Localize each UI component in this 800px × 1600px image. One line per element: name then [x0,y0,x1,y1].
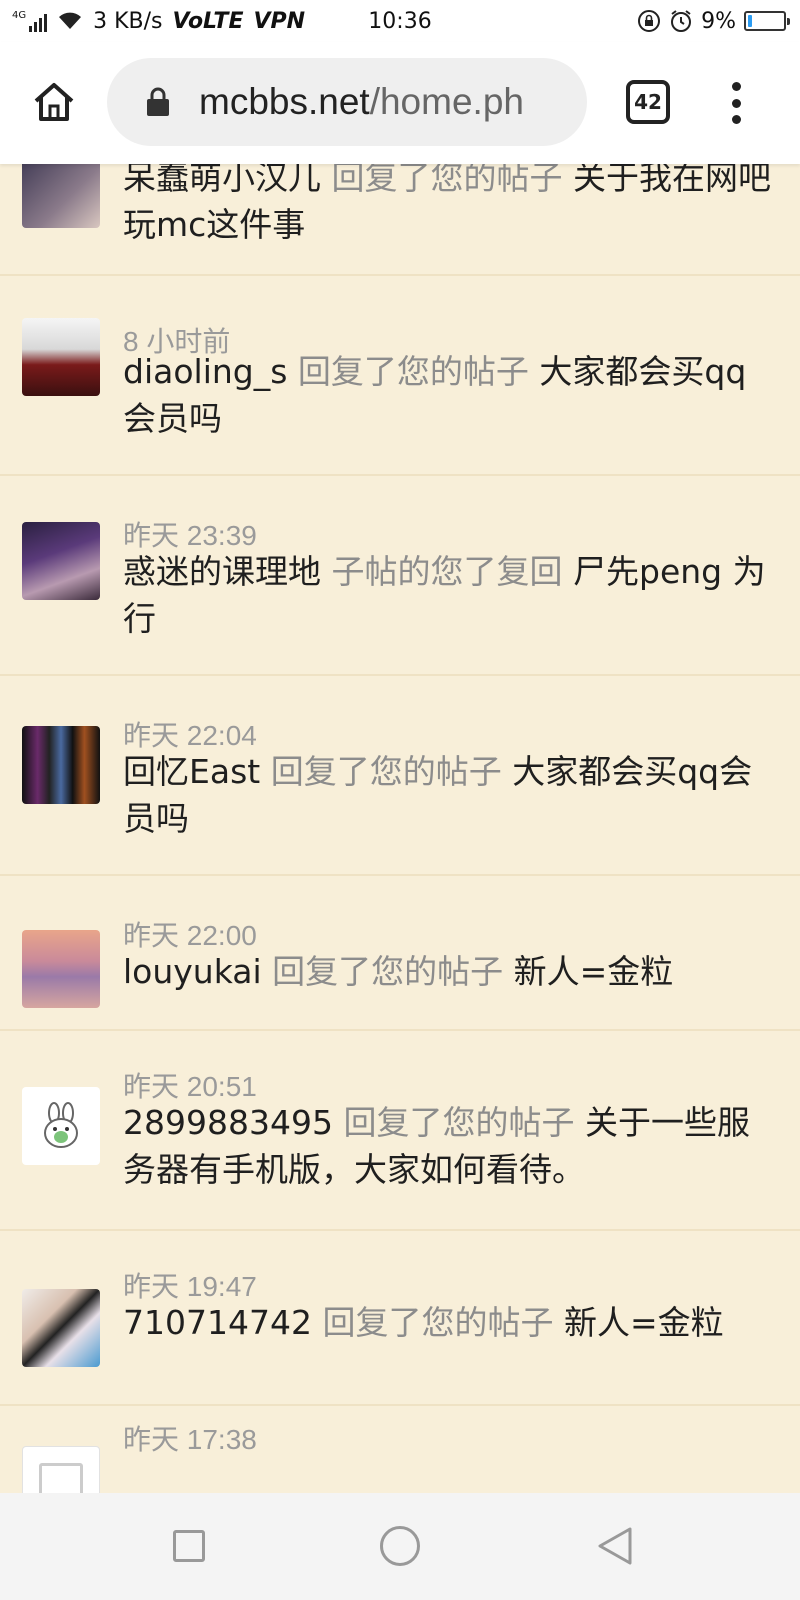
list-item[interactable]: 昨天 17:38 [0,1406,800,1493]
action-text: 回复了您的帖子 [322,1303,554,1342]
avatar[interactable] [22,1446,100,1493]
tab-switcher-button[interactable]: 42 [626,80,670,124]
home-nav-button[interactable] [377,1523,423,1569]
avatar[interactable] [22,318,100,396]
list-item[interactable]: 昨天 23:39 惑迷的课理地 子帖的您了复回 尸先peng 为行 [0,476,800,676]
square-icon [173,1530,205,1562]
notification-feed: 呆蠢萌小汉儿 回复了您的帖子 关于我在网吧玩mc这件事 8 小时前 diaoli… [0,0,800,1493]
system-nav-bar [0,1493,800,1600]
avatar[interactable] [22,1289,100,1367]
username-link[interactable]: diaoling_s [123,352,287,391]
menu-dot-icon [731,98,741,108]
post-title-link[interactable]: 新人=金粒 [514,952,674,991]
signal-icon: 4G [12,10,48,32]
net-speed: 3 KB/s [93,8,163,34]
username-link[interactable]: louyukai [123,952,262,991]
list-item[interactable]: 昨天 20:51 2899883495 回复了您的帖子 关于一些服务器有手机版，… [0,1031,800,1231]
menu-dot-icon [731,82,741,91]
menu-dot-icon [731,115,741,124]
action-text: 回复了您的帖子 [343,1103,575,1142]
bunny-icon [44,1102,78,1148]
wifi-icon [59,12,82,29]
vpn-indicator: VPN [253,8,306,34]
list-item[interactable]: 昨天 22:04 回忆East 回复了您的帖子 大家都会买qq会员吗 [0,676,800,876]
avatar[interactable] [22,1087,100,1165]
post-title-link[interactable]: 新人=金粒 [564,1303,724,1342]
volte-indicator: VoLTE [172,8,244,34]
username-link[interactable]: 710714742 [123,1303,312,1342]
avatar[interactable] [22,930,100,1008]
battery-percent: 9% [701,8,736,34]
timestamp: 昨天 17:38 [123,1424,257,1455]
action-text: 回复了您的帖子 [272,952,504,991]
circle-icon [380,1526,420,1566]
url-domain: mcbbs.net [199,81,370,122]
action-text: 回复了您的帖子 [270,752,502,791]
url-bar[interactable]: mcbbs.net/home.ph [107,58,587,146]
rotation-lock-icon [638,10,661,32]
lock-icon [147,87,169,116]
avatar[interactable] [22,522,100,600]
tab-count: 42 [634,90,662,114]
list-item[interactable]: 8 小时前 diaoling_s 回复了您的帖子 大家都会买qq会员吗 [0,276,800,476]
avatar[interactable] [22,726,100,804]
url-path: /home.ph [369,81,524,122]
username-link[interactable]: 惑迷的课理地 [123,552,321,591]
action-text: 子帖的您了复回 [331,552,563,591]
alarm-icon [671,10,692,32]
battery-icon [744,11,790,31]
browser-toolbar: mcbbs.net/home.ph 42 [0,42,800,164]
recents-button[interactable] [166,1523,212,1569]
network-type: 4G [12,10,27,21]
username-link[interactable]: 2899883495 [123,1103,333,1142]
home-button[interactable] [30,78,78,126]
status-bar: 4G 3 KB/s VoLTE VPN 10:36 9% [0,0,800,42]
back-triangle-icon [598,1527,632,1565]
username-link[interactable]: 回忆East [123,752,260,791]
more-menu-button[interactable] [716,78,756,128]
action-text: 回复了您的帖子 [297,352,529,391]
list-item[interactable]: 昨天 19:47 710714742 回复了您的帖子 新人=金粒 [0,1231,800,1406]
back-button[interactable] [592,1523,638,1569]
home-icon [34,83,74,121]
list-item[interactable]: 昨天 22:00 louyukai 回复了您的帖子 新人=金粒 [0,876,800,1031]
image-placeholder-icon [39,1463,83,1493]
